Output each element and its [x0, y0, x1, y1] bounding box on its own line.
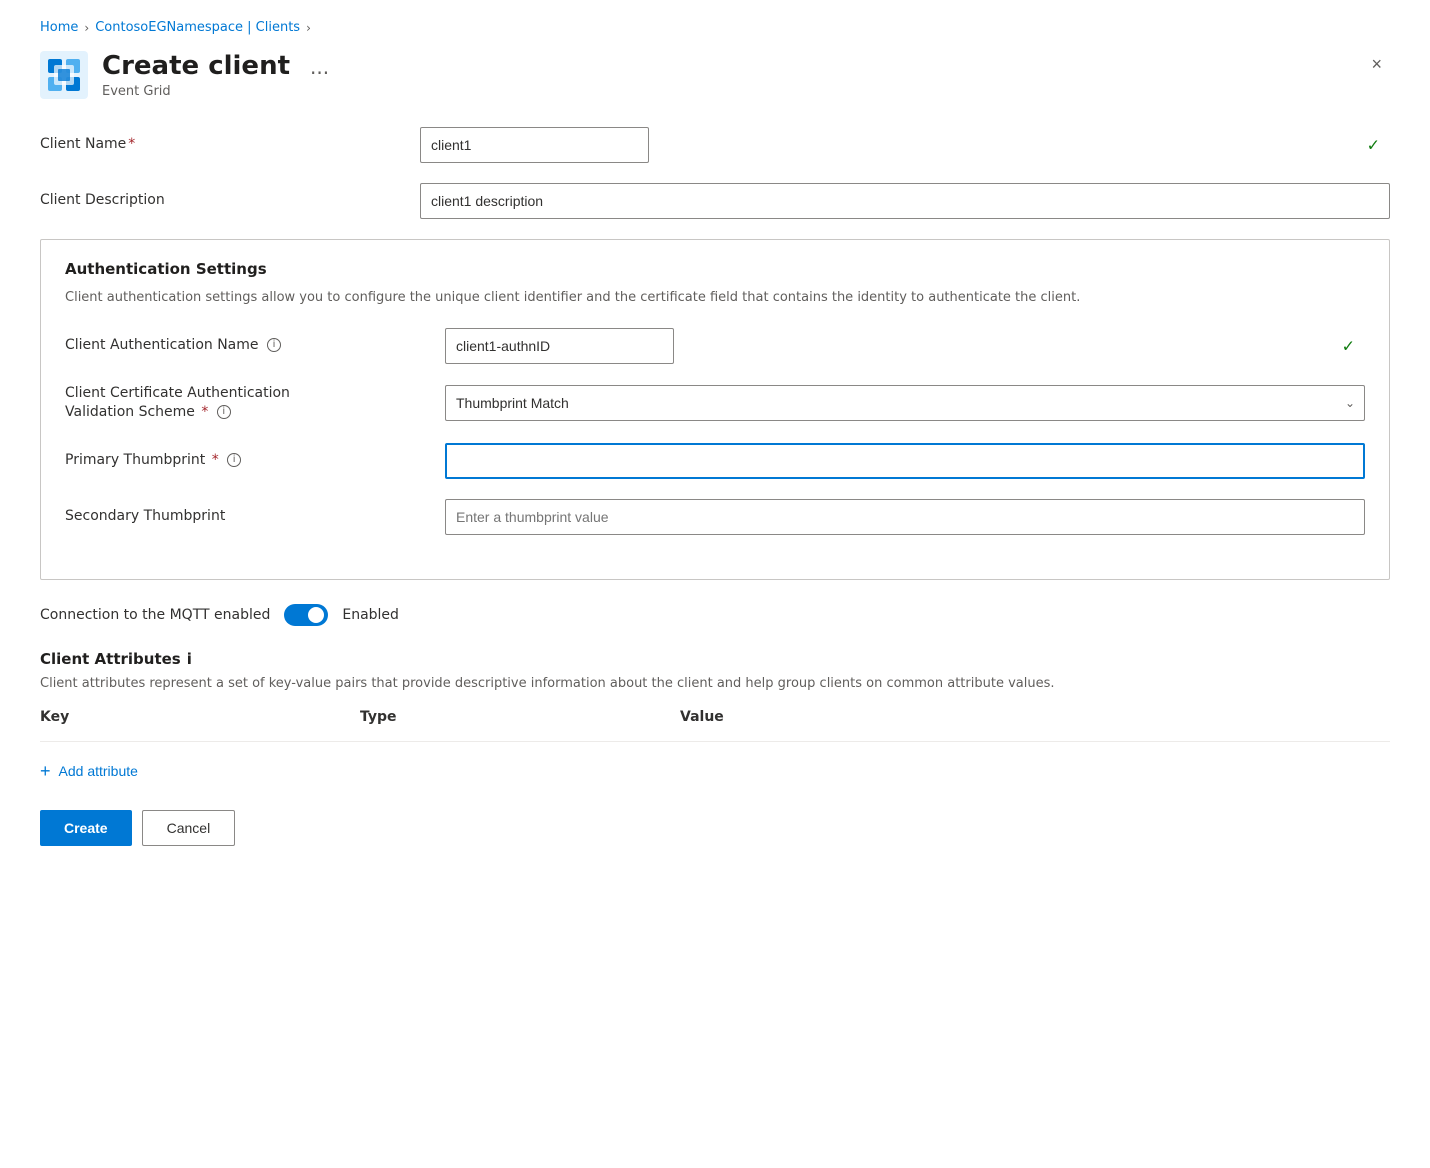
mqtt-enabled-text: Enabled: [342, 607, 399, 623]
client-name-row: Client Name* ✓: [40, 127, 1390, 163]
col-type-header: Type: [360, 709, 680, 725]
client-name-label: Client Name*: [40, 135, 400, 155]
col-key-header: Key: [40, 709, 360, 725]
cert-scheme-label: Client Certificate Authentication Valida…: [65, 384, 425, 423]
page-header: Create client ... Event Grid ×: [40, 51, 1390, 99]
client-name-input[interactable]: [420, 127, 649, 163]
auth-settings-description: Client authentication settings allow you…: [65, 288, 1365, 308]
client-description-input[interactable]: [420, 183, 1390, 219]
client-attributes-section: Client Attributes i Client attributes re…: [40, 650, 1390, 781]
attributes-description: Client attributes represent a set of key…: [40, 674, 1390, 694]
auth-name-check-icon: ✓: [1342, 336, 1355, 355]
auth-name-label: Client Authentication Name i: [65, 336, 425, 356]
add-attribute-button[interactable]: + Add attribute: [40, 762, 138, 780]
primary-thumbprint-info-icon[interactable]: i: [227, 453, 241, 467]
breadcrumb-sep2: ›: [306, 21, 311, 35]
primary-thumbprint-required: *: [212, 452, 219, 468]
primary-thumbprint-input[interactable]: [445, 443, 1365, 479]
auth-settings-title: Authentication Settings: [65, 260, 1365, 278]
client-description-row: Client Description: [40, 183, 1390, 219]
close-button[interactable]: ×: [1363, 51, 1390, 77]
attributes-table-header: Key Type Value: [40, 709, 1390, 731]
primary-thumbprint-row: Primary Thumbprint * i: [65, 443, 1365, 479]
auth-name-row: Client Authentication Name i ✓: [65, 328, 1365, 364]
col-value-header: Value: [680, 709, 1390, 725]
auth-settings-box: Authentication Settings Client authentic…: [40, 239, 1390, 580]
mqtt-toggle[interactable]: [284, 604, 328, 626]
primary-thumbprint-label: Primary Thumbprint * i: [65, 451, 425, 471]
header-left: Create client ... Event Grid: [40, 51, 329, 99]
secondary-thumbprint-label: Secondary Thumbprint: [65, 507, 425, 527]
secondary-thumbprint-row: Secondary Thumbprint: [65, 499, 1365, 535]
create-button[interactable]: Create: [40, 810, 132, 846]
cert-scheme-row: Client Certificate Authentication Valida…: [65, 384, 1365, 423]
breadcrumb: Home › ContosoEGNamespace | Clients ›: [40, 20, 1390, 35]
breadcrumb-sep1: ›: [84, 21, 89, 35]
client-name-check-icon: ✓: [1367, 136, 1380, 155]
attributes-title: Client Attributes i: [40, 650, 1390, 668]
mqtt-label: Connection to the MQTT enabled: [40, 607, 270, 623]
client-name-input-wrapper: ✓: [420, 127, 1390, 163]
mqtt-row: Connection to the MQTT enabled Enabled: [40, 604, 1390, 626]
add-icon: +: [40, 762, 51, 780]
page-title: Create client: [102, 51, 290, 82]
event-grid-icon: [40, 51, 88, 99]
cancel-button[interactable]: Cancel: [142, 810, 236, 846]
cert-scheme-select-wrapper: Thumbprint Match DNS Email IP URI Subjec…: [445, 385, 1365, 421]
auth-name-input-wrapper: ✓: [445, 328, 1365, 364]
auth-name-info-icon[interactable]: i: [267, 338, 281, 352]
cert-scheme-required: *: [201, 404, 208, 420]
attributes-divider: [40, 741, 1390, 742]
auth-name-input[interactable]: [445, 328, 674, 364]
secondary-thumbprint-input[interactable]: [445, 499, 1365, 535]
cert-scheme-info-icon[interactable]: i: [217, 405, 231, 419]
client-description-label: Client Description: [40, 191, 400, 211]
attributes-info-icon[interactable]: i: [187, 650, 192, 668]
footer-buttons: Create Cancel: [40, 810, 1390, 846]
client-name-required: *: [128, 136, 135, 152]
breadcrumb-namespace[interactable]: ContosoEGNamespace | Clients: [95, 20, 300, 35]
page-subtitle: Event Grid: [102, 84, 329, 99]
more-options-button[interactable]: ...: [310, 55, 329, 79]
breadcrumb-home[interactable]: Home: [40, 20, 78, 35]
header-title-block: Create client ... Event Grid: [102, 51, 329, 99]
cert-scheme-select[interactable]: Thumbprint Match DNS Email IP URI Subjec…: [445, 385, 1365, 421]
